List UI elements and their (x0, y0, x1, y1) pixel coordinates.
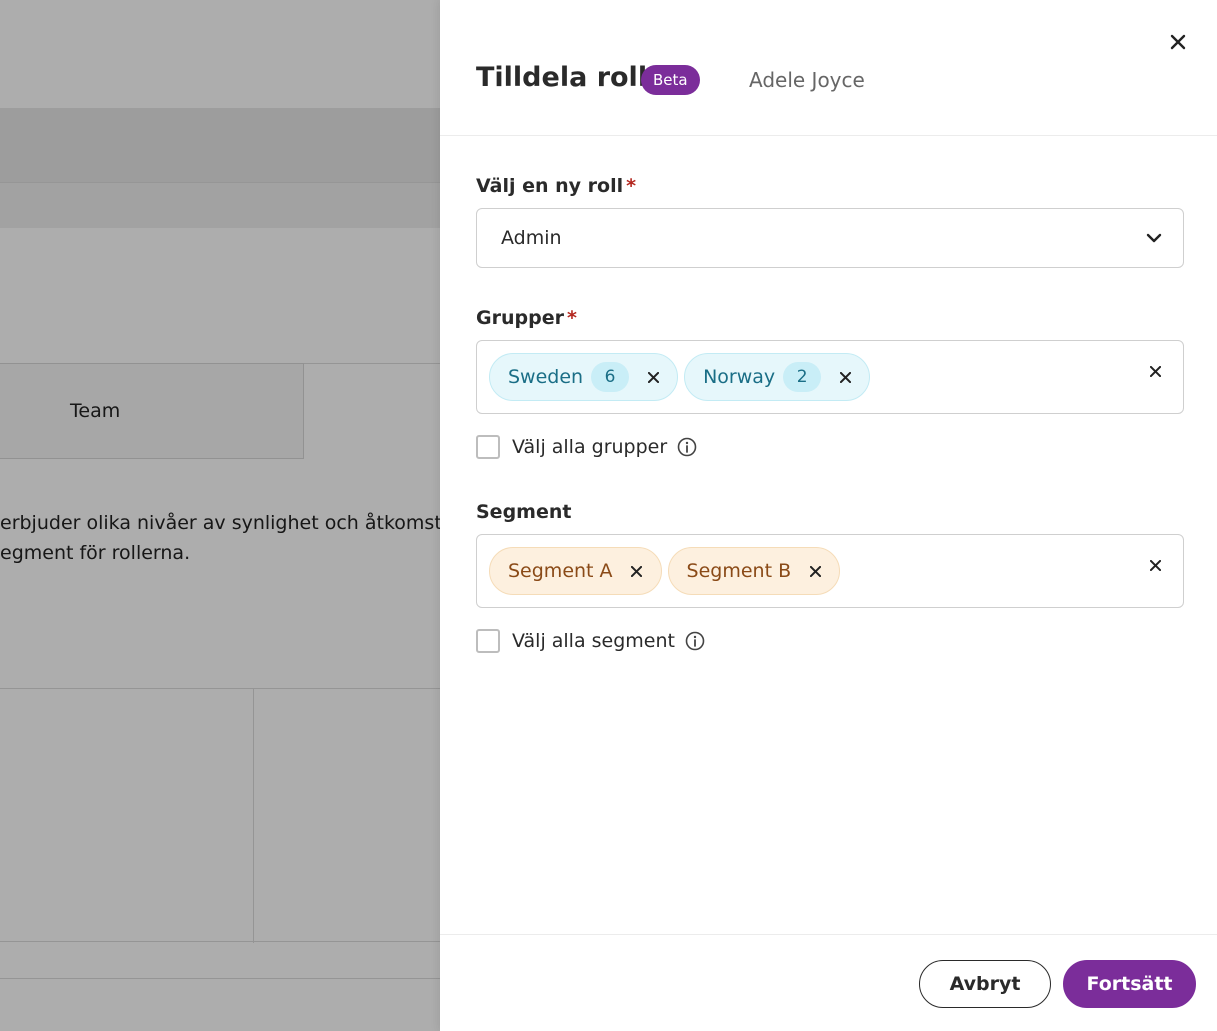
close-icon (1149, 365, 1161, 377)
segments-label-text: Segment (476, 501, 572, 523)
remove-chip-button[interactable] (835, 367, 855, 387)
chevron-down-icon (1146, 233, 1162, 243)
groups-label-text: Grupper (476, 307, 564, 329)
remove-chip-button[interactable] (805, 561, 825, 581)
role-label: Välj en ny roll * (476, 175, 636, 197)
groups-multiselect[interactable]: Sweden 6 Norway 2 (476, 340, 1184, 414)
cancel-button[interactable]: Avbryt (919, 960, 1051, 1008)
close-icon (1149, 559, 1161, 571)
modal-overlay[interactable] (0, 0, 440, 1031)
required-mark: * (626, 175, 637, 197)
select-all-segments-checkbox[interactable] (476, 629, 500, 653)
select-all-segments-row: Välj alla segment (476, 629, 705, 653)
close-icon (809, 565, 821, 577)
group-chip-label: Norway (703, 366, 776, 388)
required-mark: * (566, 307, 577, 329)
group-chip-count: 6 (591, 362, 630, 392)
drawer-title: Tilldela roll (476, 62, 648, 93)
role-select[interactable]: Admin (476, 208, 1184, 268)
assign-role-drawer: Tilldela roll Beta Adele Joyce Välj en n… (440, 0, 1217, 1031)
info-icon[interactable] (685, 631, 705, 651)
continue-button[interactable]: Fortsätt (1063, 960, 1196, 1008)
segments-multiselect[interactable]: Segment A Segment B (476, 534, 1184, 608)
group-chip-sweden: Sweden 6 (489, 353, 679, 401)
role-select-value: Admin (501, 227, 562, 249)
groups-label: Grupper * (476, 307, 577, 329)
segment-chip-label: Segment B (686, 560, 792, 582)
remove-chip-button[interactable] (627, 561, 647, 581)
close-icon (839, 371, 851, 383)
user-name: Adele Joyce (749, 68, 865, 92)
remove-chip-button[interactable] (643, 367, 663, 387)
segment-chip-label: Segment A (508, 560, 613, 582)
close-icon (631, 565, 643, 577)
group-chip-norway: Norway 2 (684, 353, 871, 401)
beta-badge: Beta (641, 65, 700, 95)
groups-chip-list: Sweden 6 Norway 2 (489, 353, 871, 401)
close-icon (647, 371, 659, 383)
close-icon (1170, 34, 1186, 50)
info-icon[interactable] (677, 437, 697, 457)
segment-chip-a: Segment A (489, 547, 662, 595)
clear-segments-button[interactable] (1145, 555, 1165, 575)
group-chip-label: Sweden (508, 366, 584, 388)
drawer-footer: Avbryt Fortsätt (440, 934, 1217, 1031)
select-all-segments-label[interactable]: Välj alla segment (512, 630, 675, 652)
select-all-groups-checkbox[interactable] (476, 435, 500, 459)
segments-label: Segment (476, 501, 571, 523)
segment-chip-b: Segment B (667, 547, 841, 595)
select-all-groups-label[interactable]: Välj alla grupper (512, 436, 667, 458)
select-all-groups-row: Välj alla grupper (476, 435, 697, 459)
drawer-header: Tilldela roll Beta Adele Joyce (440, 0, 1217, 136)
segments-chip-list: Segment A Segment B (489, 547, 841, 595)
group-chip-count: 2 (783, 362, 822, 392)
clear-groups-button[interactable] (1145, 361, 1165, 381)
role-label-text: Välj en ny roll (476, 175, 624, 197)
close-button[interactable] (1164, 28, 1192, 56)
